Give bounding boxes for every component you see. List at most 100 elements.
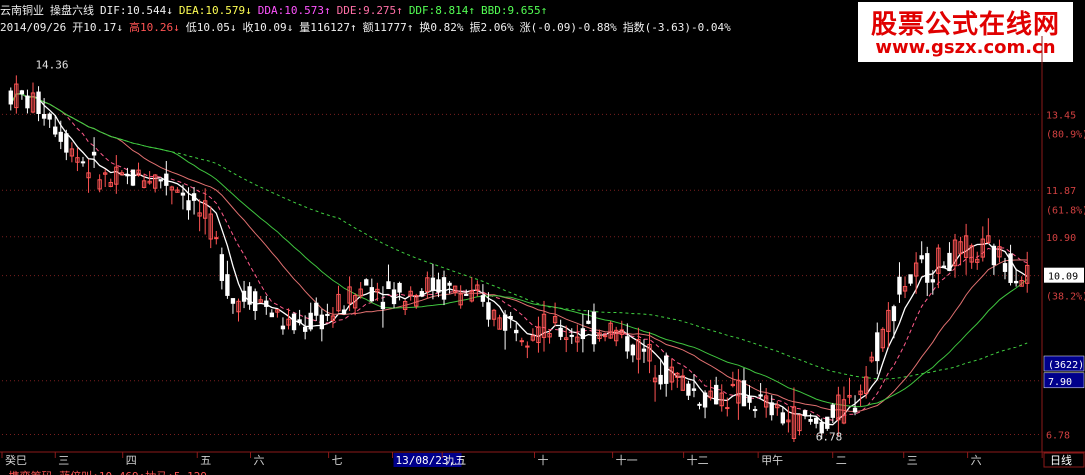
candle-body: [441, 277, 447, 300]
candle-body: [741, 380, 747, 407]
candle-body: [752, 409, 758, 412]
candle-body: [253, 291, 258, 311]
candle-body: [230, 298, 236, 304]
candle-body: [569, 334, 574, 337]
ma20-line: [10, 93, 1028, 413]
candle-body: [164, 173, 169, 186]
bottom-axis-label: 九: [445, 454, 456, 467]
candle-body: [36, 91, 41, 114]
candle-body: [664, 355, 669, 384]
candle-body: [925, 253, 930, 283]
candle-body: [602, 335, 608, 338]
axis-price-label: (38.2%): [1046, 291, 1085, 302]
candle-body: [341, 309, 347, 315]
bottom-axis-label: 七: [332, 454, 343, 467]
candle-body: [436, 279, 441, 293]
current-price-label: 10.09: [1048, 272, 1078, 283]
candle-body: [480, 295, 486, 302]
candle-body: [908, 274, 913, 284]
candle-body: [264, 300, 269, 307]
candle-body: [430, 277, 436, 291]
bottom-axis-label: 二: [836, 454, 847, 467]
axis-price-label: 6.78: [1046, 431, 1070, 442]
candle-body: [291, 313, 297, 331]
candle-body: [758, 394, 763, 397]
candle-body: [514, 329, 519, 334]
candle-body: [241, 290, 247, 302]
candle-body: [808, 419, 813, 422]
candle-body: [486, 302, 491, 320]
candle-body: [625, 336, 630, 352]
candle-body: [591, 311, 597, 345]
candle-body: [825, 416, 830, 429]
candle-body: [802, 410, 808, 416]
candle-body: [319, 314, 324, 330]
candle-body: [852, 407, 858, 413]
candle-body: [158, 179, 163, 182]
candle-body: [214, 237, 219, 240]
candle-body: [391, 289, 397, 305]
bottom-axis-label: 甲午: [761, 454, 783, 467]
candle-body: [630, 344, 636, 356]
candle-body: [747, 395, 752, 403]
candle-body: [302, 326, 308, 332]
candle-body: [280, 325, 286, 330]
candle-body: [247, 286, 252, 305]
candle-body: [25, 95, 30, 109]
candle-body: [991, 245, 997, 266]
bottom-axis-label: 六: [971, 454, 982, 467]
candle-body: [875, 332, 880, 362]
candle-body: [180, 192, 186, 196]
axis-info-label: (3622): [1048, 360, 1084, 371]
bottom-axis-label: 五: [200, 454, 211, 467]
candle-body: [641, 348, 647, 352]
low-annotation: 6.78: [816, 431, 843, 444]
candle-body: [813, 417, 819, 424]
candle-body: [769, 402, 774, 416]
candle-body: [830, 404, 835, 418]
candle-body: [91, 151, 97, 156]
candle-body: [919, 255, 924, 260]
bottom-axis-label: 三: [58, 454, 69, 467]
candle-body: [658, 374, 663, 385]
ma10-line: [10, 93, 1028, 421]
candle-body: [525, 345, 530, 348]
candle-body: [186, 200, 191, 211]
candle-body: [191, 193, 197, 201]
candle-body: [580, 328, 586, 340]
high-annotation: 14.36: [35, 59, 68, 72]
price-chart[interactable]: 14.36 6.78 13.45 (80.9%) 11.87 (61.8%) 10.90 1…: [0, 0, 1085, 475]
candle-body: [314, 302, 319, 316]
candle-body: [380, 301, 386, 310]
axis-price-label: (61.8%): [1046, 205, 1085, 216]
candle-body: [897, 276, 902, 295]
candle-body: [53, 126, 58, 135]
candle-body: [80, 161, 86, 164]
candle-body: [558, 327, 563, 337]
axis-price-label: 13.45: [1046, 110, 1076, 121]
candle-body: [369, 287, 374, 302]
candle-body: [219, 254, 225, 281]
ma5-line: [10, 93, 1028, 426]
candle-body: [891, 306, 897, 322]
candle-body: [714, 384, 719, 405]
candle-body: [1008, 253, 1013, 283]
candle-body: [297, 319, 302, 324]
candle-body: [502, 314, 508, 331]
candle-body: [47, 113, 52, 120]
candle-body: [308, 312, 313, 330]
axis-price-label: (80.9%): [1046, 130, 1085, 141]
candle-body: [686, 383, 691, 396]
axis-price-label: 10.90: [1046, 233, 1076, 244]
axis-info-label: 7.90: [1048, 377, 1072, 388]
ma30-line: [10, 93, 1028, 408]
bottom-axis-label: 三: [907, 454, 918, 467]
candle-body: [519, 340, 524, 343]
candle-body: [1002, 263, 1008, 272]
candle-body: [947, 252, 952, 272]
candle-body: [725, 407, 730, 410]
candle-body: [586, 320, 591, 324]
candle-body: [225, 274, 230, 296]
footer-text: ←携弈筹码 蓝倍叫:10.469↑抽马:5.129 ...: [2, 469, 233, 475]
candle-body: [464, 293, 469, 296]
